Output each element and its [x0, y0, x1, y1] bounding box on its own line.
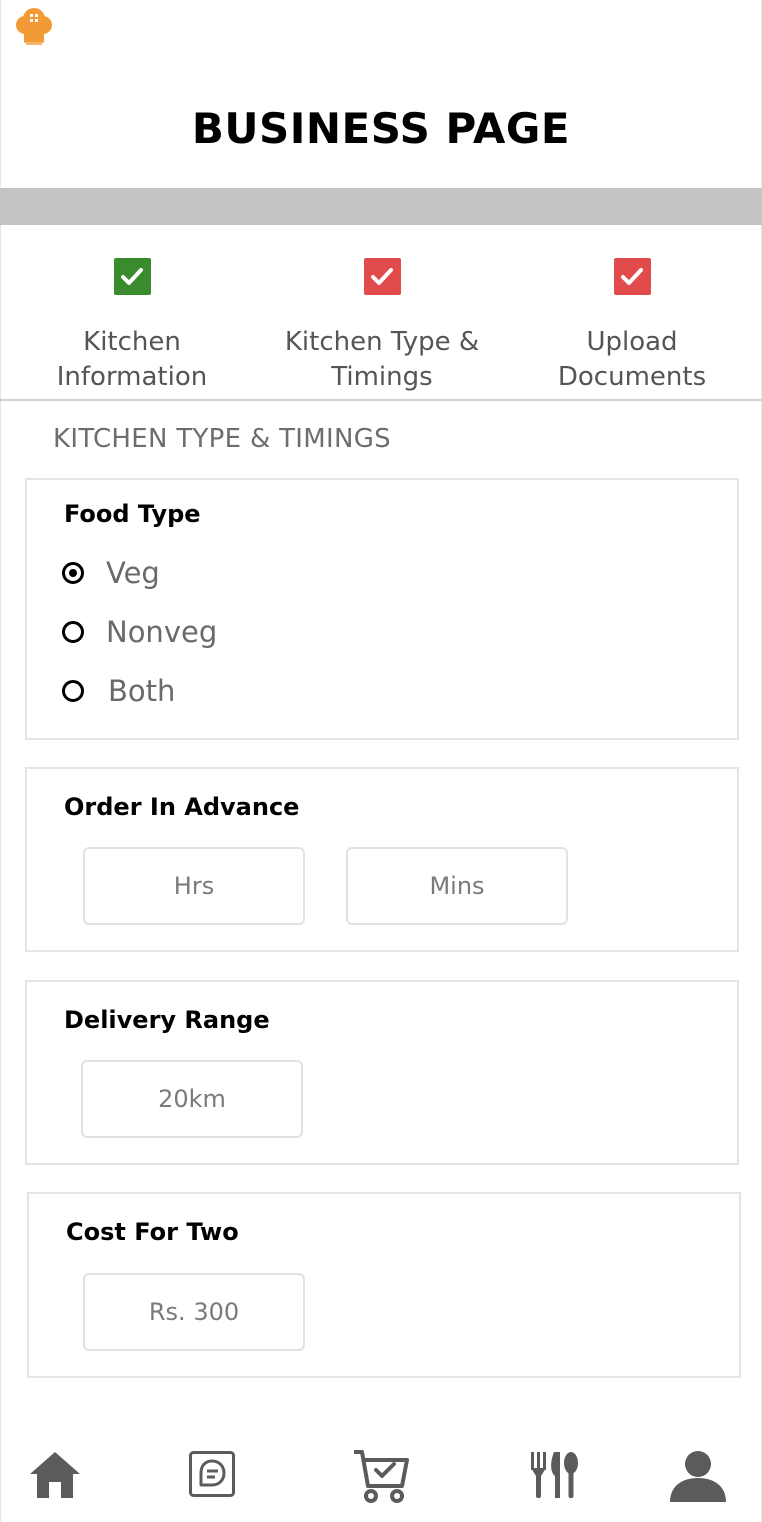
profile-icon[interactable] — [668, 1448, 728, 1504]
cost-for-two-card: Cost For Two Rs. 300 — [27, 1192, 741, 1378]
checkbox-checked-icon[interactable] — [613, 258, 651, 295]
step-label: Kitchen Type & Timings — [284, 327, 480, 392]
section-title: KITCHEN TYPE & TIMINGS — [53, 424, 391, 454]
checkbox-checked-icon[interactable] — [113, 258, 151, 295]
step-kitchen-information[interactable]: Kitchen Information — [7, 258, 257, 395]
food-type-card: Food Type Veg Nonveg Both — [25, 478, 739, 740]
chef-hat-icon — [16, 8, 52, 45]
utensils-icon[interactable] — [528, 1448, 580, 1500]
order-in-advance-title: Order In Advance — [64, 793, 300, 821]
checkbox-checked-icon[interactable] — [363, 258, 401, 295]
delivery-range-title: Delivery Range — [64, 1006, 270, 1034]
step-label: Kitchen Information — [56, 327, 208, 392]
radio-nonveg[interactable]: Nonveg — [62, 615, 217, 649]
radio-unchecked-icon[interactable] — [62, 680, 84, 702]
radio-veg[interactable]: Veg — [62, 556, 160, 590]
header-divider-bar — [0, 188, 762, 225]
radio-checked-icon[interactable] — [62, 562, 84, 584]
cost-for-two-input[interactable]: Rs. 300 — [83, 1273, 305, 1351]
delivery-range-card: Delivery Range 20km — [25, 980, 739, 1165]
food-type-title: Food Type — [64, 500, 201, 528]
minutes-input[interactable]: Mins — [346, 847, 568, 925]
step-label: Upload Documents — [557, 327, 707, 392]
step-upload-documents[interactable]: Upload Documents — [507, 258, 757, 395]
cost-for-two-title: Cost For Two — [66, 1218, 239, 1246]
order-in-advance-card: Order In Advance Hrs Mins — [25, 767, 739, 952]
radio-both[interactable]: Both — [62, 674, 175, 708]
hours-input[interactable]: Hrs — [83, 847, 305, 925]
radio-unchecked-icon[interactable] — [62, 621, 84, 643]
chat-icon[interactable] — [188, 1450, 236, 1498]
page-title: BUSINESS PAGE — [191, 104, 571, 153]
cart-check-icon[interactable] — [352, 1448, 410, 1504]
step-kitchen-type-timings[interactable]: Kitchen Type & Timings — [257, 258, 507, 395]
steps-divider — [0, 399, 762, 401]
delivery-range-input[interactable]: 20km — [81, 1060, 303, 1138]
home-icon[interactable] — [28, 1448, 82, 1500]
